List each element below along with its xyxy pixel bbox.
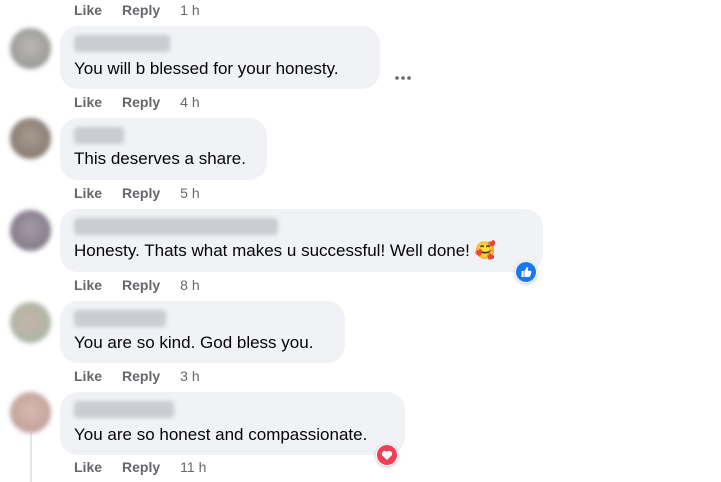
reply-button[interactable]: Reply bbox=[122, 276, 160, 294]
more-options-icon[interactable] bbox=[393, 74, 413, 90]
avatar[interactable] bbox=[10, 28, 51, 69]
commenter-name[interactable] bbox=[74, 35, 170, 52]
comment-timestamp[interactable]: 11 h bbox=[180, 458, 206, 476]
comment-bubble: You are so honest and compassionate. bbox=[60, 392, 405, 455]
comment-bubble: You will b blessed for your honesty. bbox=[60, 26, 380, 89]
like-button[interactable]: Like bbox=[74, 184, 102, 202]
comment-timestamp[interactable]: 5 h bbox=[180, 184, 199, 202]
reply-button[interactable]: Reply bbox=[122, 184, 160, 202]
comment-bubble: You are so kind. God bless you. bbox=[60, 301, 345, 363]
comment-timestamp[interactable]: 3 h bbox=[180, 367, 199, 385]
like-button[interactable]: Like bbox=[74, 276, 102, 294]
comment-text: Honesty. Thats what makes u successful! … bbox=[74, 241, 496, 260]
reply-button[interactable]: Reply bbox=[122, 93, 160, 111]
avatar[interactable] bbox=[10, 210, 51, 251]
comment-text: You are so honest and compassionate. bbox=[74, 425, 368, 444]
like-button[interactable]: Like bbox=[74, 458, 102, 476]
reply-button[interactable]: Reply bbox=[122, 367, 160, 385]
like-button[interactable]: Like bbox=[74, 93, 102, 111]
avatar[interactable] bbox=[10, 118, 51, 159]
comment-bubble: This deserves a share. bbox=[60, 118, 267, 180]
comment-actions: Like Reply 4 h bbox=[74, 93, 200, 111]
comment-actions-top: Like Reply 1 h bbox=[74, 1, 200, 19]
comment-actions: Like Reply 3 h bbox=[74, 367, 200, 385]
comment-actions: Like Reply 5 h bbox=[74, 184, 200, 202]
like-button[interactable]: Like bbox=[74, 367, 102, 385]
reply-button[interactable]: Reply bbox=[122, 1, 160, 19]
commenter-name[interactable] bbox=[74, 401, 174, 418]
comment-timestamp[interactable]: 4 h bbox=[180, 93, 199, 111]
comment-actions: Like Reply 11 h bbox=[74, 458, 206, 476]
reply-button[interactable]: Reply bbox=[122, 458, 160, 476]
comment-text: This deserves a share. bbox=[74, 149, 246, 168]
commenter-name[interactable] bbox=[74, 127, 124, 144]
commenter-name[interactable] bbox=[74, 310, 166, 327]
comment-bubble: Honesty. Thats what makes u successful! … bbox=[60, 209, 543, 272]
avatar[interactable] bbox=[10, 302, 51, 343]
comment-timestamp[interactable]: 8 h bbox=[180, 276, 199, 294]
comment-timestamp[interactable]: 1 h bbox=[180, 1, 199, 19]
comments-feed: Like Reply 1 h You will b blessed for yo… bbox=[0, 0, 721, 482]
love-reaction-icon[interactable] bbox=[376, 444, 398, 466]
comment-text: You are so kind. God bless you. bbox=[74, 333, 314, 352]
like-button[interactable]: Like bbox=[74, 1, 102, 19]
comment-actions: Like Reply 8 h bbox=[74, 276, 200, 294]
like-reaction-icon[interactable] bbox=[515, 261, 537, 283]
commenter-name[interactable] bbox=[74, 218, 278, 235]
avatar[interactable] bbox=[10, 392, 51, 433]
thread-line bbox=[30, 432, 32, 482]
comment-text: You will b blessed for your honesty. bbox=[74, 59, 339, 78]
